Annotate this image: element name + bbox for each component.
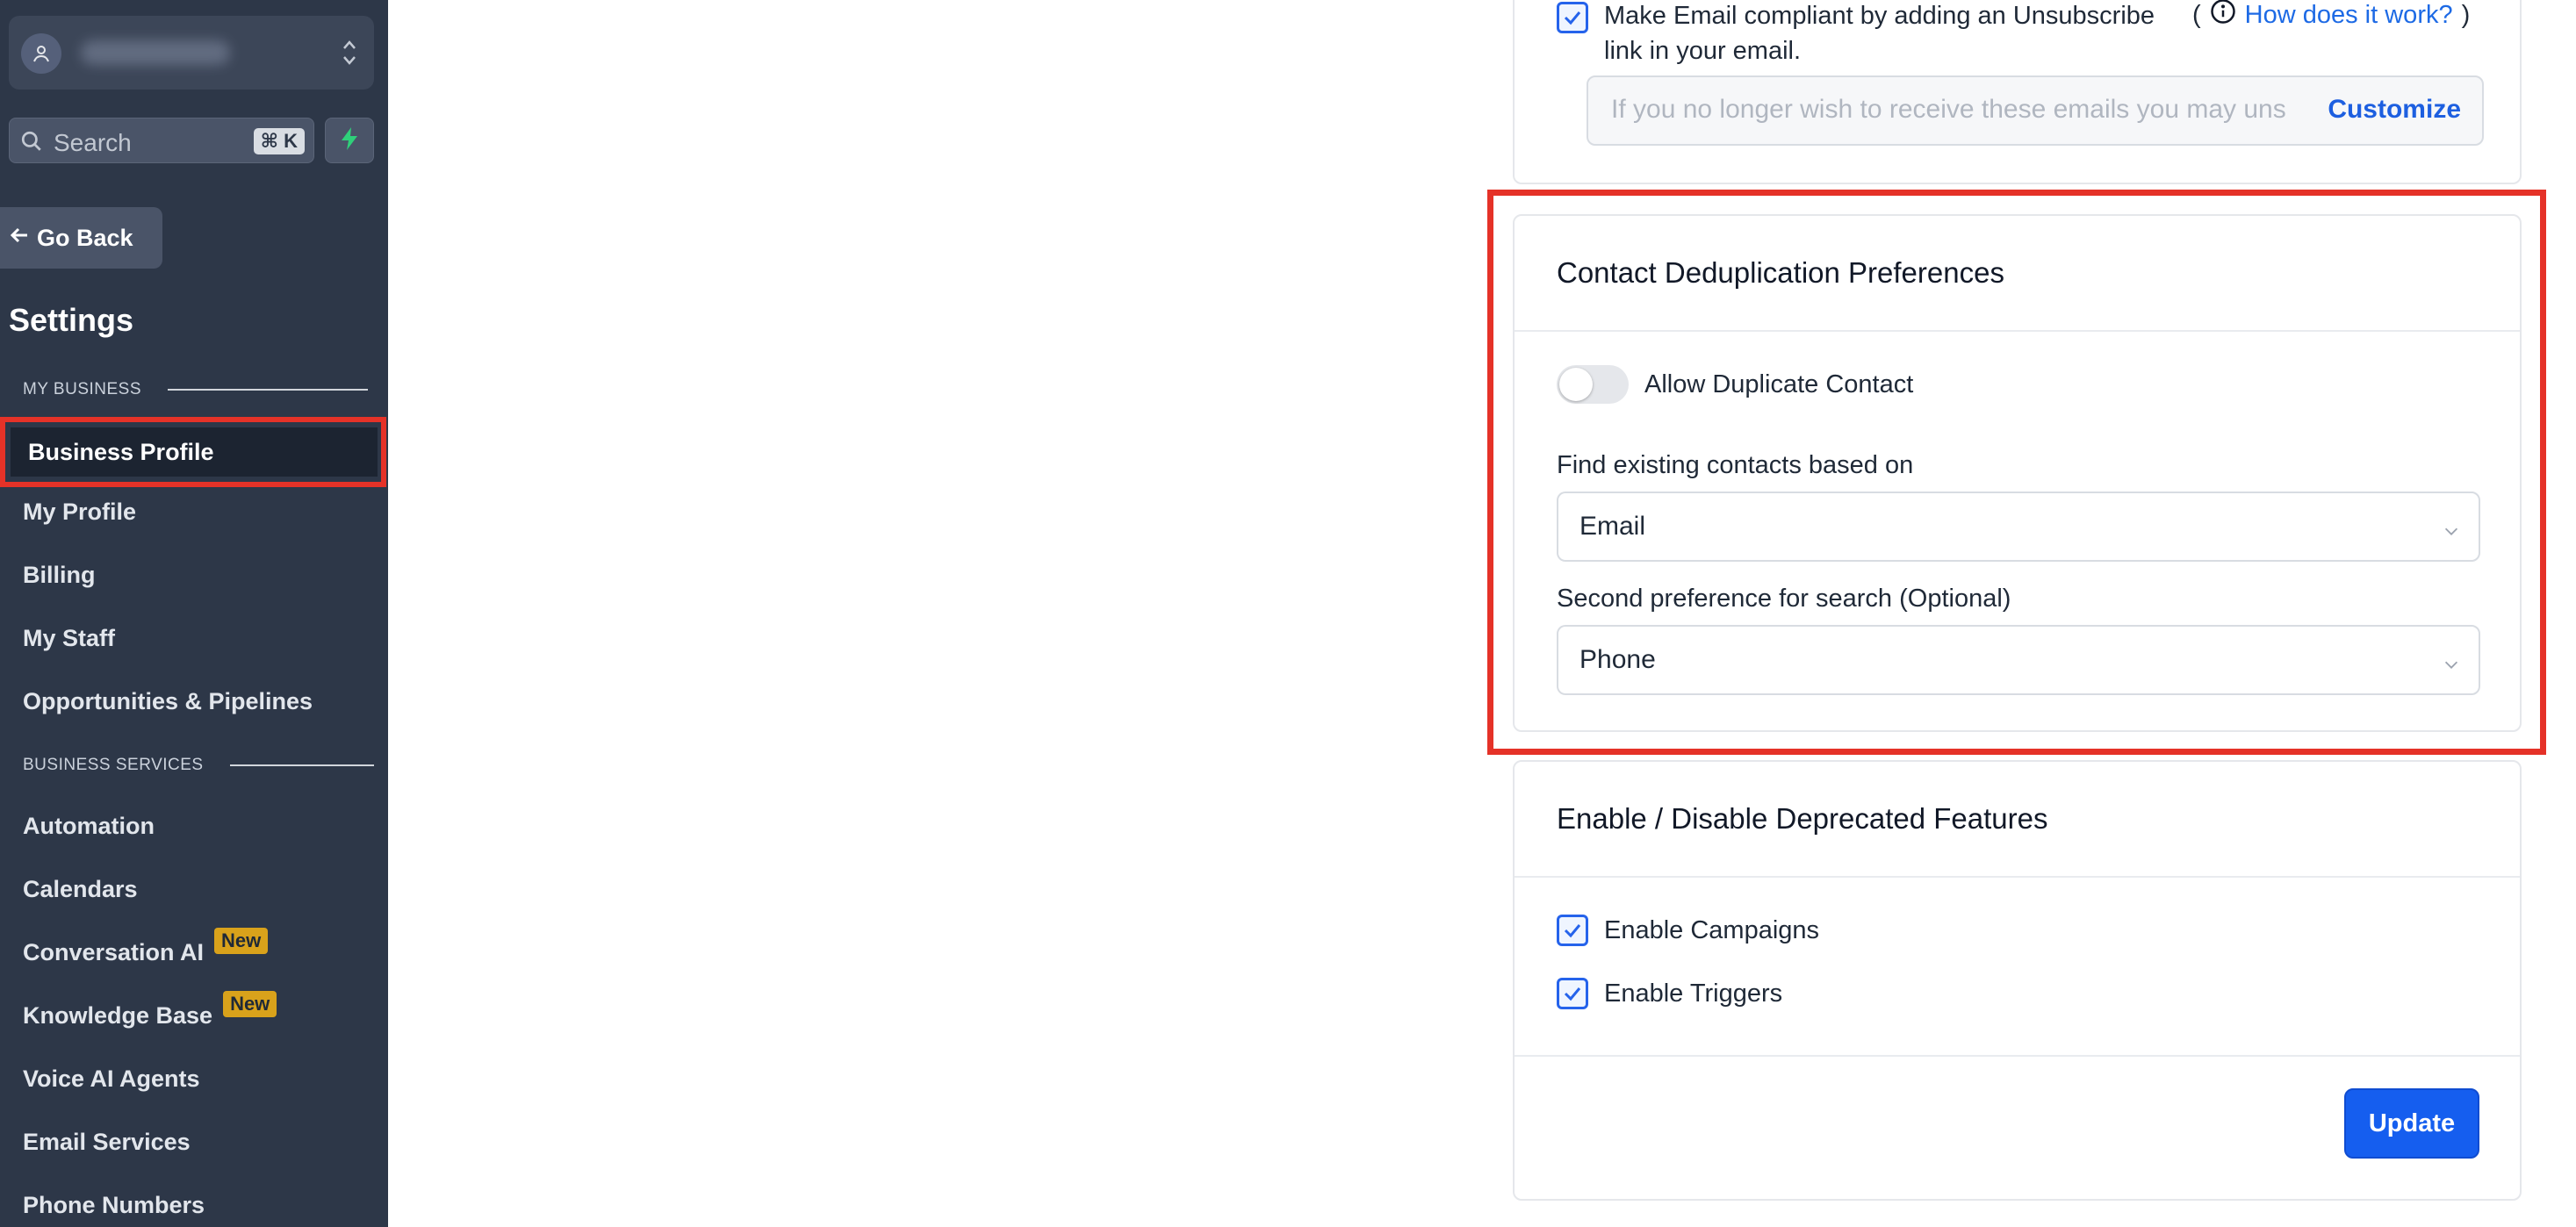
enable-triggers-checkbox[interactable] xyxy=(1557,978,1588,1009)
deprecated-features-title-text: Enable / Disable Deprecated Features xyxy=(1557,802,2048,835)
check-icon xyxy=(1564,11,1581,25)
arrow-left-icon xyxy=(9,225,30,252)
sidebar-item-label: Phone Numbers xyxy=(23,1192,205,1218)
sidebar-item-conversation-ai[interactable]: Conversation AI New xyxy=(23,927,269,966)
unsubscribe-compliance-label: Make Email compliant by adding an Unsubs… xyxy=(1604,0,2166,68)
enable-campaigns-checkbox[interactable] xyxy=(1557,915,1588,946)
chevron-down-icon xyxy=(2442,518,2461,548)
unsubscribe-label-line2: link in your email. xyxy=(1604,37,1802,65)
update-button[interactable]: Update xyxy=(2344,1088,2479,1159)
account-switcher[interactable] xyxy=(9,16,374,90)
go-back-button[interactable]: Go Back xyxy=(0,207,162,269)
divider xyxy=(168,389,369,391)
sidebar-item-label: My Staff xyxy=(23,625,116,651)
unsubscribe-compliance-checkbox[interactable] xyxy=(1557,2,1588,33)
unsubscribe-footer-placeholder: If you no longer wish to receive these e… xyxy=(1611,95,2287,124)
lightning-icon xyxy=(340,126,359,155)
new-badge: New xyxy=(214,927,269,954)
search-shortcut: ⌘ K xyxy=(253,128,305,154)
contact-dedup-title: Contact Deduplication Preferences xyxy=(1515,216,2520,332)
sidebar: Search ⌘ K Go Back Settings MY BUSINESS … xyxy=(0,0,388,1227)
section-business-services-label: BUSINESS SERVICES xyxy=(23,756,204,774)
sidebar-item-label: Billing xyxy=(23,562,96,588)
enable-triggers-row: Enable Triggers xyxy=(1557,978,1782,1009)
search-input[interactable]: Search ⌘ K xyxy=(9,118,314,163)
sidebar-item-billing[interactable]: Billing xyxy=(23,562,96,589)
deprecated-features-title: Enable / Disable Deprecated Features xyxy=(1515,762,2520,878)
customize-button[interactable]: Customize xyxy=(2328,95,2461,125)
chevron-down-icon xyxy=(2442,651,2461,681)
second-preference-select[interactable]: Phone xyxy=(1557,625,2480,695)
account-name-redacted xyxy=(81,40,230,65)
contact-dedup-title-text: Contact Deduplication Preferences xyxy=(1557,256,2004,289)
sidebar-item-label: Automation xyxy=(23,813,155,839)
sidebar-item-label: Voice AI Agents xyxy=(23,1066,200,1092)
section-my-business-label: MY BUSINESS xyxy=(23,380,142,398)
info-icon xyxy=(2210,0,2236,32)
enable-triggers-label: Enable Triggers xyxy=(1604,979,1783,1008)
allow-duplicate-toggle[interactable] xyxy=(1557,365,1629,404)
divider xyxy=(229,764,374,766)
sidebar-item-my-profile[interactable]: My Profile xyxy=(23,499,136,526)
sidebar-item-label: Email Services xyxy=(23,1129,191,1155)
update-button-label: Update xyxy=(2368,1109,2456,1137)
sidebar-item-voice-ai-agents[interactable]: Voice AI Agents xyxy=(23,1066,200,1093)
sidebar-item-calendars[interactable]: Calendars xyxy=(23,876,138,903)
sidebar-item-label: Calendars xyxy=(23,876,138,902)
email-compliance-card: Make Email compliant by adding an Unsubs… xyxy=(1513,0,2522,184)
sidebar-item-my-staff[interactable]: My Staff xyxy=(23,625,115,652)
sidebar-item-opportunities-pipelines[interactable]: Opportunities & Pipelines xyxy=(23,688,313,715)
sidebar-item-automation[interactable]: Automation xyxy=(23,813,155,840)
quick-actions-button[interactable] xyxy=(325,118,374,163)
how-it-works-link[interactable]: How does it work? xyxy=(2245,1,2453,30)
settings-title: Settings xyxy=(9,302,134,338)
user-icon xyxy=(21,33,61,74)
allow-duplicate-row: Allow Duplicate Contact xyxy=(1557,365,1913,404)
second-preference-label: Second preference for search (Optional) xyxy=(1557,585,2011,613)
find-existing-value: Email xyxy=(1579,512,1646,541)
unsubscribe-label-line1: Make Email compliant by adding an Unsubs… xyxy=(1604,2,2155,30)
search-icon xyxy=(20,130,43,157)
section-my-business: MY BUSINESS xyxy=(23,380,369,399)
sidebar-item-label: Conversation AI xyxy=(23,939,205,965)
search-placeholder: Search xyxy=(54,129,132,156)
allow-duplicate-label: Allow Duplicate Contact xyxy=(1644,370,1914,398)
sidebar-item-label: Business Profile xyxy=(28,438,214,465)
sidebar-item-business-profile[interactable]: Business Profile xyxy=(11,427,378,477)
enable-campaigns-label: Enable Campaigns xyxy=(1604,915,1820,944)
sidebar-item-label: Knowledge Base xyxy=(23,1002,213,1029)
enable-campaigns-row: Enable Campaigns xyxy=(1557,915,1819,946)
find-existing-label: Find existing contacts based on xyxy=(1557,451,1914,479)
close-paren: ) xyxy=(2461,0,2471,29)
sidebar-item-phone-numbers[interactable]: Phone Numbers xyxy=(23,1192,205,1219)
sidebar-item-label: My Profile xyxy=(23,499,137,525)
highlight-box-business-profile: Business Profile xyxy=(0,417,386,487)
sidebar-item-email-services[interactable]: Email Services xyxy=(23,1129,191,1156)
chevron-up-down-icon xyxy=(339,35,360,70)
contact-dedup-card: Contact Deduplication Preferences Allow … xyxy=(1513,214,2522,732)
check-icon xyxy=(1564,924,1581,938)
open-paren: ( xyxy=(2192,0,2201,29)
find-existing-select[interactable]: Email xyxy=(1557,492,2480,562)
check-icon xyxy=(1564,987,1581,1001)
second-preference-value: Phone xyxy=(1579,645,1656,674)
sidebar-item-label: Opportunities & Pipelines xyxy=(23,688,313,714)
how-it-works-row: ( How does it work? ) xyxy=(2192,0,2470,32)
new-badge: New xyxy=(223,990,277,1017)
go-back-label: Go Back xyxy=(37,224,133,251)
toggle-knob xyxy=(1559,368,1593,401)
divider xyxy=(1515,1055,2520,1057)
section-business-services: BUSINESS SERVICES xyxy=(23,756,374,775)
sidebar-item-knowledge-base[interactable]: Knowledge Base New xyxy=(23,990,277,1030)
unsubscribe-footer-input[interactable]: If you no longer wish to receive these e… xyxy=(1587,75,2484,146)
unsubscribe-compliance-row: Make Email compliant by adding an Unsubs… xyxy=(1557,0,2166,68)
